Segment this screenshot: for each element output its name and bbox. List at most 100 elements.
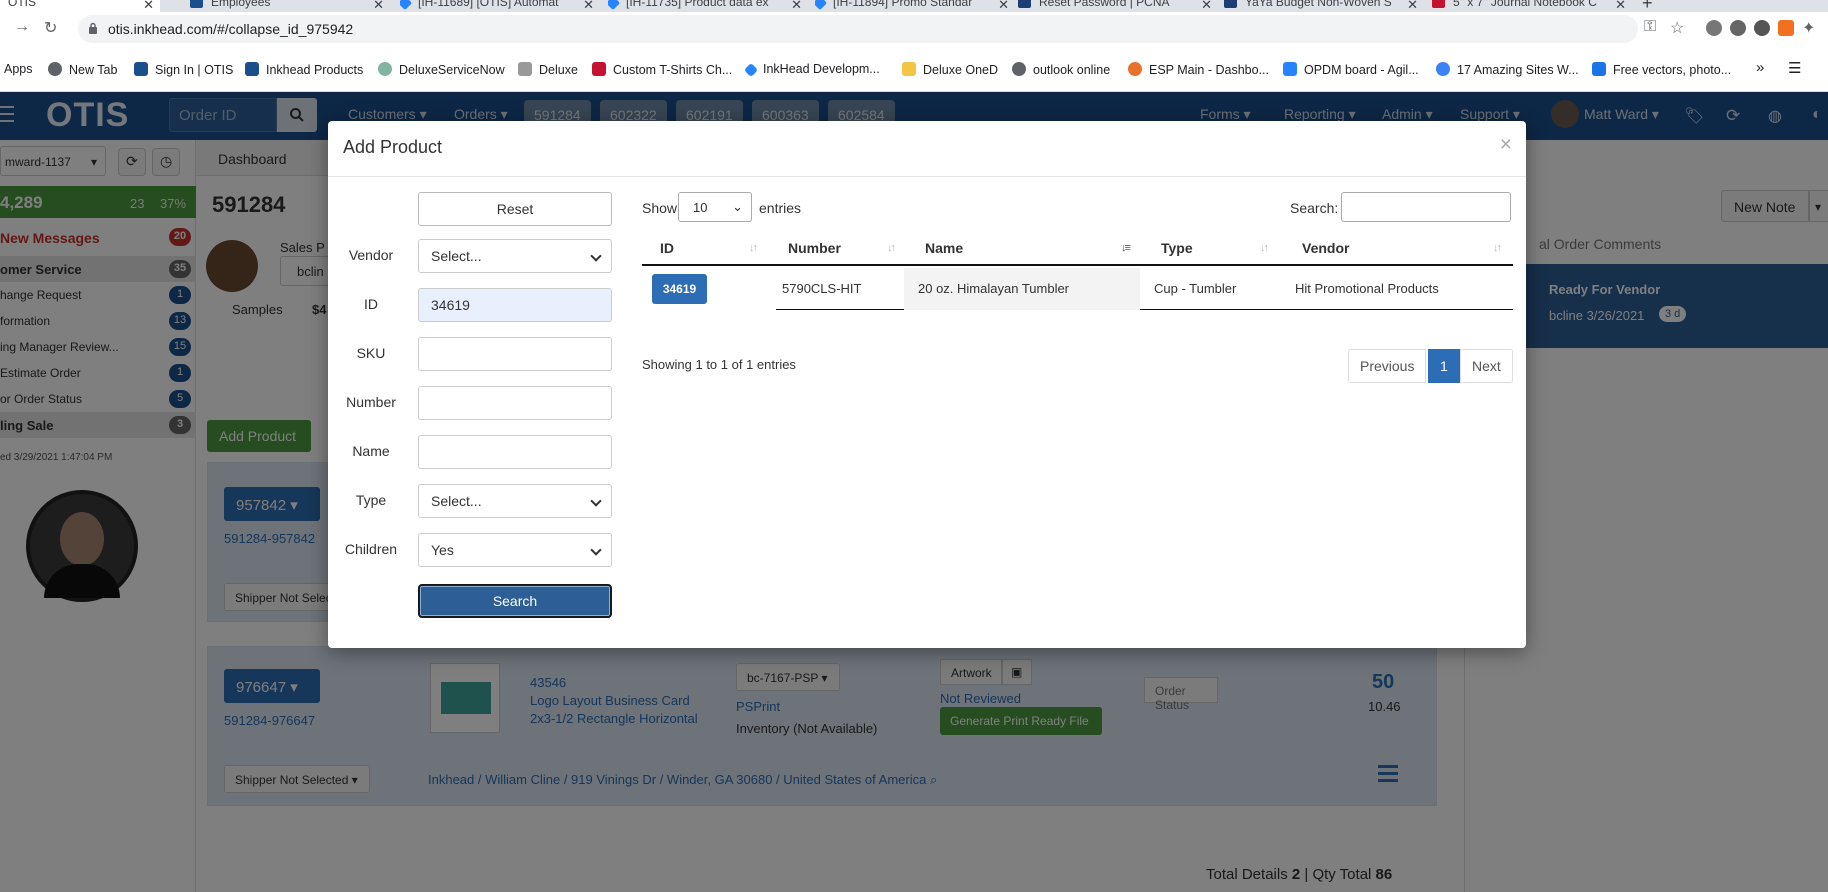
bookmark-label: New Tab — [69, 63, 118, 77]
cell-name: 20 oz. Himalayan Tumbler — [918, 281, 1070, 296]
tab-title: [IH-11735] Product data ex — [626, 0, 769, 9]
chevron-down-icon: ⌄ — [732, 199, 743, 214]
sort-ascending-icon[interactable]: ↓≡ — [1121, 242, 1131, 254]
column-header-number[interactable]: Number — [788, 240, 841, 256]
tab-title: OTIS — [8, 0, 37, 9]
browser-tab-yaya[interactable]: YaYa Budget Non-Woven S ✕ — [1224, 0, 1424, 12]
children-label: Children — [344, 541, 398, 557]
pagination-page-1[interactable]: 1 — [1428, 349, 1460, 383]
bookmark-new-tab[interactable]: New Tab — [48, 62, 117, 77]
cell-vendor: Hit Promotional Products — [1295, 281, 1439, 296]
pcna-favicon-icon — [1018, 0, 1031, 8]
entries-value: 10 — [693, 200, 708, 215]
sort-icon[interactable]: ↓↑ — [1493, 242, 1502, 254]
extension-circle-icon[interactable] — [1730, 20, 1746, 36]
modal-header: Add Product × — [328, 121, 1526, 177]
browser-tab-ih-11735[interactable]: [IH-11735] Product data ex ✕ — [608, 0, 808, 12]
bookmark-esp-main[interactable]: ESP Main - Dashbo... — [1128, 62, 1269, 77]
table-search-input[interactable] — [1341, 192, 1511, 222]
bookmark-label: Sign In | OTIS — [155, 63, 234, 77]
close-icon[interactable]: ✕ — [1407, 0, 1418, 12]
star-icon[interactable]: ☆ — [1670, 18, 1684, 38]
bookmark-inkhead-development[interactable]: InkHead Developm... — [743, 62, 880, 78]
number-input[interactable] — [418, 386, 612, 420]
url-bar[interactable]: otis.inkhead.com/#/collapse_id_975942 — [78, 15, 1638, 43]
name-input[interactable] — [418, 435, 612, 469]
reset-button[interactable]: Reset — [418, 192, 612, 226]
name-label: Name — [352, 443, 390, 459]
column-header-type[interactable]: Type — [1161, 240, 1193, 256]
bookmark-apps[interactable]: Apps — [4, 62, 33, 76]
bookmark-label: InkHead Developm... — [763, 62, 880, 76]
browser-tab-ih-11689[interactable]: [IH-11689] [OTIS] Automat ✕ — [400, 0, 600, 12]
browser-tab-otis[interactable]: OTIS ✕ — [0, 0, 160, 12]
forward-arrow-icon[interactable]: → — [14, 18, 30, 36]
pcna-favicon-icon — [1224, 0, 1237, 8]
sort-icon[interactable]: ↓↑ — [887, 242, 896, 254]
bookmark-custom-tshirts[interactable]: Custom T-Shirts Ch... — [592, 62, 732, 77]
id-input-value: 34619 — [431, 297, 470, 313]
close-icon[interactable]: ✕ — [1201, 0, 1212, 12]
pagination-previous[interactable]: Previous — [1348, 349, 1427, 383]
column-header-vendor[interactable]: Vendor — [1302, 240, 1349, 256]
browser-tab-employees[interactable]: Employees ✕ — [190, 0, 390, 12]
type-select[interactable]: Select... — [418, 484, 612, 518]
bookmark-label: Free vectors, photo... — [1613, 63, 1732, 77]
bookmark-outlook[interactable]: outlook online — [1012, 62, 1110, 77]
key-icon[interactable]: ⚿ — [1644, 18, 1656, 36]
bookmark-inkhead-products[interactable]: Inkhead Products — [245, 62, 363, 77]
bookmark-deluxe-onedrive[interactable]: Deluxe OneD — [902, 62, 998, 77]
vendor-select[interactable]: Select... — [418, 239, 612, 273]
otis-favicon-icon — [190, 0, 203, 8]
children-select[interactable]: Yes — [418, 533, 612, 567]
browser-tab-ih-11894[interactable]: [IH-11894] Promo Standar ✕ — [815, 0, 1015, 12]
sort-icon[interactable]: ↓↑ — [1260, 242, 1269, 254]
browser-tab-journal[interactable]: 5" x 7" Journal Notebook C ✕ — [1432, 0, 1632, 12]
search-button[interactable]: Search — [418, 584, 612, 618]
extension-orange-icon[interactable] — [1778, 20, 1794, 36]
url-text: otis.inkhead.com/#/collapse_id_975942 — [108, 21, 354, 37]
cell-number: 5790CLS-HIT — [782, 281, 862, 296]
id-label: ID — [364, 296, 378, 312]
bookmarks-bar: Apps New Tab Sign In | OTIS Inkhead Prod… — [0, 46, 1828, 92]
bookmark-17-amazing-sites[interactable]: 17 Amazing Sites W... — [1436, 62, 1579, 77]
address-bar-row: → ↻ otis.inkhead.com/#/collapse_id_97594… — [0, 12, 1828, 46]
tab-title: 5" x 7" Journal Notebook C — [1453, 0, 1597, 9]
table-info: Showing 1 to 1 of 1 entries — [642, 357, 796, 372]
reload-icon[interactable]: ↻ — [44, 18, 57, 38]
sku-input[interactable] — [418, 337, 612, 371]
pagination-next[interactable]: Next — [1460, 349, 1513, 383]
close-icon[interactable]: ✕ — [998, 0, 1009, 12]
close-icon[interactable]: ✕ — [791, 0, 802, 12]
dlx-favicon-icon — [592, 62, 606, 76]
select-product-button[interactable]: 34619 — [652, 274, 707, 304]
id-input[interactable]: 34619 — [418, 288, 612, 322]
bookmark-label: 17 Amazing Sites W... — [1457, 63, 1579, 77]
bookmark-sign-in-otis[interactable]: Sign In | OTIS — [134, 62, 233, 77]
puzzle-icon[interactable]: ✦ — [1802, 18, 1815, 38]
column-header-id[interactable]: ID — [660, 240, 674, 256]
bookmark-deluxe[interactable]: Deluxe — [518, 62, 578, 77]
close-icon[interactable]: ✕ — [583, 0, 594, 12]
modal-title: Add Product — [343, 137, 443, 157]
close-icon[interactable]: ✕ — [1615, 0, 1626, 12]
bookmark-free-vectors[interactable]: Free vectors, photo... — [1592, 62, 1731, 77]
close-icon[interactable]: ✕ — [143, 0, 154, 12]
column-header-name[interactable]: Name — [925, 240, 963, 256]
close-icon[interactable]: × — [1500, 133, 1512, 157]
table-header: ID ↓↑ Number ↓↑ Name ↓≡ Type ↓↑ Vendor ↓… — [642, 230, 1513, 266]
extension-w-icon[interactable] — [1754, 20, 1770, 36]
close-icon[interactable]: ✕ — [373, 0, 384, 12]
reading-list-icon[interactable]: ☰ — [1788, 59, 1801, 77]
bookmark-label: DeluxeServiceNow — [399, 63, 505, 77]
extension-eyedropper-icon[interactable] — [1706, 20, 1722, 36]
table-row: 34619 5790CLS-HIT 20 oz. Himalayan Tumbl… — [642, 268, 1513, 310]
sort-icon[interactable]: ↓↑ — [749, 242, 758, 254]
chevron-right-icon[interactable]: » — [1756, 59, 1764, 76]
bookmark-deluxeservicenow[interactable]: DeluxeServiceNow — [378, 62, 505, 77]
entries-select[interactable]: 10 ⌄ — [678, 192, 752, 222]
browser-tab-pcna-reset[interactable]: Reset Password | PCNA ✕ — [1018, 0, 1218, 12]
new-tab-plus-icon[interactable]: + — [1642, 0, 1662, 10]
children-select-value: Yes — [431, 542, 454, 558]
bookmark-opdm-board[interactable]: OPDM board - Agil... — [1283, 62, 1419, 77]
